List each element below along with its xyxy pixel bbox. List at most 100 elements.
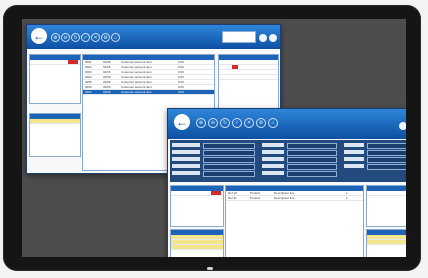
- cell-date: 04/06: [103, 90, 111, 94]
- form-field[interactable]: [367, 150, 406, 156]
- form-field[interactable]: [287, 143, 337, 149]
- form-field[interactable]: [287, 171, 337, 177]
- cell-date: 02/06: [103, 70, 111, 74]
- front-window-toolbar: ← ⊕ ⊖ ↻ ✓ ✕ ⚙ ⌂: [168, 109, 406, 139]
- cell-id: 0002: [85, 65, 92, 69]
- cell-date: 03/06: [103, 80, 111, 84]
- list-item[interactable]: [171, 191, 223, 196]
- window-action-icon[interactable]: [399, 122, 406, 130]
- form-field[interactable]: [203, 150, 255, 156]
- form-field[interactable]: [367, 157, 406, 163]
- list-item[interactable]: [219, 75, 278, 80]
- cell-amount: 0.00: [178, 65, 184, 69]
- cell-desc: Description line: [274, 191, 295, 195]
- toolbar-icon-3[interactable]: ↻: [220, 118, 230, 128]
- cell-desc: Customer account item: [121, 90, 152, 94]
- toolbar-icon-1[interactable]: ⊕: [196, 118, 206, 128]
- form-field[interactable]: [287, 157, 337, 163]
- cell-date: 03/06: [103, 85, 111, 89]
- list-item[interactable]: [30, 60, 80, 65]
- right-detail-pane[interactable]: [218, 54, 279, 114]
- cell-desc: Customer account item: [121, 70, 152, 74]
- cell-ref: Ref 11: [228, 196, 237, 200]
- form-label: [262, 157, 284, 161]
- form-label: [344, 150, 364, 154]
- toolbar-icon-6[interactable]: ⚙: [256, 118, 266, 128]
- cell-type: Product: [250, 196, 261, 200]
- form-field[interactable]: [367, 164, 406, 170]
- cell-type: Product: [250, 191, 261, 195]
- right-detail-pane[interactable]: [366, 185, 406, 227]
- toolbar-icon-4[interactable]: ✓: [232, 118, 242, 128]
- form-label: [344, 157, 364, 161]
- cell-date: 02/06: [103, 75, 111, 79]
- back-window-toolbar: ← ⊕ ⊖ ↻ ✓ ✕ ⚙ ⌂: [27, 25, 280, 49]
- table-row-selected[interactable]: 0007 04/06 Customer account item 0.00: [83, 90, 214, 95]
- desktop: ← ⊕ ⊖ ↻ ✓ ✕ ⚙ ⌂ 0001 01/06 Customer acco…: [22, 19, 406, 257]
- toolbar-icon-5[interactable]: ✕: [244, 118, 254, 128]
- list-item[interactable]: [367, 191, 406, 196]
- back-arrow-icon[interactable]: ←: [174, 114, 190, 130]
- form-label: [172, 171, 200, 175]
- cell-id: 0007: [85, 90, 92, 94]
- cell-date: 01/06: [103, 65, 111, 69]
- cell-desc: Customer account item: [121, 65, 152, 69]
- cell-desc: Customer account item: [121, 85, 152, 89]
- form-field[interactable]: [203, 171, 255, 177]
- form-label: [172, 164, 200, 168]
- toolbar-icon-2[interactable]: ⊖: [208, 118, 218, 128]
- list-item[interactable]: [30, 119, 80, 124]
- toolbar-icon-7[interactable]: ⌂: [111, 33, 120, 42]
- front-window[interactable]: ← ⊕ ⊖ ↻ ✓ ✕ ⚙ ⌂ Ref 10 Product Descripti…: [167, 108, 406, 257]
- form-area: [170, 140, 406, 182]
- toolbar-icon-3[interactable]: ↻: [71, 33, 80, 42]
- toolbar-icon-7[interactable]: ⌂: [268, 118, 278, 128]
- cell-id: 0003: [85, 70, 92, 74]
- left-detail-pane[interactable]: [170, 229, 224, 257]
- form-field[interactable]: [287, 150, 337, 156]
- form-label: [262, 164, 284, 168]
- toolbar-icon-4[interactable]: ✓: [81, 33, 90, 42]
- table-row[interactable]: Ref 11 Product Description line 1: [226, 196, 363, 201]
- form-label: [344, 143, 364, 147]
- toolbar-icon-6[interactable]: ⚙: [101, 33, 110, 42]
- form-field[interactable]: [203, 143, 255, 149]
- right-summary-pane[interactable]: [366, 229, 406, 257]
- toolbar-icon-2[interactable]: ⊖: [61, 33, 70, 42]
- left-list-pane[interactable]: [170, 185, 224, 227]
- back-arrow-icon[interactable]: ←: [31, 28, 47, 44]
- flag-badge: [232, 65, 238, 69]
- cell-desc: Description line: [274, 196, 295, 200]
- toolbar-icon-1[interactable]: ⊕: [51, 33, 60, 42]
- cell-ref: Ref 10: [228, 191, 237, 195]
- cell-amount: 0.00: [178, 70, 184, 74]
- cell-desc: Customer account item: [121, 75, 152, 79]
- form-label: [262, 171, 284, 175]
- form-label: [262, 143, 284, 147]
- window-action-icon[interactable]: [259, 34, 267, 42]
- toolbar-icon-5[interactable]: ✕: [91, 33, 100, 42]
- form-label: [172, 143, 200, 147]
- cell-date: 01/06: [103, 60, 111, 64]
- form-field[interactable]: [203, 157, 255, 163]
- window-close-icon[interactable]: [269, 34, 277, 42]
- list-item[interactable]: [367, 240, 406, 245]
- cell-desc: Customer account item: [121, 60, 152, 64]
- cell-desc: Customer account item: [121, 80, 152, 84]
- cell-id: 0005: [85, 80, 92, 84]
- cell-id: 0004: [85, 75, 92, 79]
- cell-qty: 1: [346, 191, 348, 195]
- form-label: [172, 150, 200, 154]
- form-field[interactable]: [287, 164, 337, 170]
- cell-amount: 0.00: [178, 90, 184, 94]
- cell-qty: 1: [346, 196, 348, 200]
- form-label: [262, 150, 284, 154]
- search-input[interactable]: [222, 31, 256, 43]
- list-item[interactable]: [171, 245, 223, 250]
- left-detail-pane[interactable]: [29, 113, 81, 157]
- flag-badge: [68, 60, 78, 64]
- main-grid[interactable]: Ref 10 Product Description line 1 Ref 11…: [225, 185, 364, 257]
- form-field[interactable]: [367, 143, 406, 149]
- form-field[interactable]: [203, 164, 255, 170]
- left-list-pane[interactable]: [29, 54, 81, 104]
